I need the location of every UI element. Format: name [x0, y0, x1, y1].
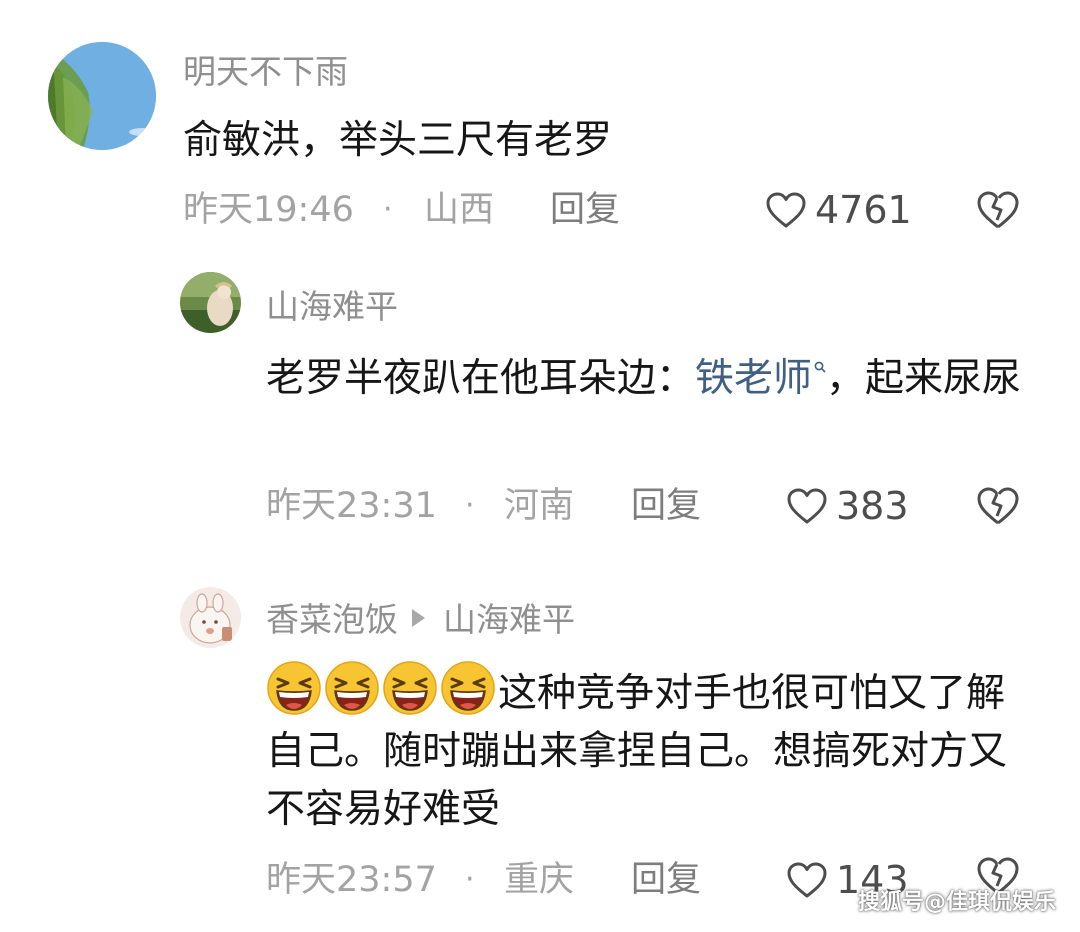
triangle-right-icon [412, 609, 425, 627]
comment-time: 昨天23:31 [266, 486, 437, 526]
laughing-emoji-icon [441, 661, 495, 715]
meta-separator: · [465, 488, 475, 523]
like-button[interactable]: 4761 [765, 188, 912, 232]
comment-location: 河南 [504, 486, 575, 526]
watermark: 搜狐号@佳琪侃娱乐 [857, 890, 1056, 915]
dislike-button[interactable] [976, 486, 1020, 530]
username[interactable]: 山海难平 [266, 287, 398, 327]
meta-separator: · [465, 862, 475, 897]
comment-text: 这种竞争对手也很可怕又了解自己。随时蹦出来拿捏自己。想搞死对方又不容易好难受 [266, 660, 1036, 839]
like-button[interactable]: 383 [786, 484, 909, 528]
reply-button[interactable]: 回复 [631, 484, 701, 528]
username[interactable]: 香菜泡饭 [266, 600, 398, 639]
laughing-emoji-icon [325, 661, 379, 715]
broken-heart-icon [977, 487, 1019, 525]
like-count: 383 [836, 484, 909, 528]
topic-link-label: 铁老师 [695, 356, 813, 401]
comment-time: 昨天19:46 [183, 190, 354, 230]
comment-location: 山西 [424, 190, 495, 230]
comment-location: 重庆 [504, 860, 575, 900]
user-avatar[interactable] [180, 587, 241, 648]
comment-time: 昨天23:57 [266, 860, 437, 900]
comment-text-part: 老罗半夜趴在他耳朵边： [266, 356, 696, 401]
heart-outline-icon [787, 862, 827, 898]
comment-text-part: ，起来尿尿 [826, 356, 1022, 401]
reply-to-username[interactable]: 山海难平 [443, 600, 575, 639]
username[interactable]: 明天不下雨 [183, 52, 348, 92]
laughing-emoji-icon [267, 661, 321, 715]
like-count: 4761 [815, 188, 912, 232]
reply-header: 香菜泡饭 山海难平 [266, 600, 575, 640]
comment-text: 俞敏洪，举头三尺有老罗 [183, 118, 613, 163]
search-magnifier-icon [814, 361, 826, 373]
meta-separator: · [383, 192, 393, 227]
user-avatar[interactable] [48, 42, 156, 150]
broken-heart-icon [977, 191, 1019, 229]
user-avatar[interactable] [180, 272, 241, 333]
reply-button[interactable]: 回复 [550, 188, 620, 232]
heart-outline-icon [766, 192, 806, 228]
heart-outline-icon [787, 488, 827, 524]
reply-button[interactable]: 回复 [631, 858, 701, 902]
emoji-group [266, 661, 498, 716]
topic-link[interactable]: 铁老师 [695, 356, 826, 401]
comment-text: 老罗半夜趴在他耳朵边：铁老师 ，起来尿尿 [266, 350, 1026, 408]
dislike-button[interactable] [976, 190, 1020, 234]
laughing-emoji-icon [383, 661, 437, 715]
